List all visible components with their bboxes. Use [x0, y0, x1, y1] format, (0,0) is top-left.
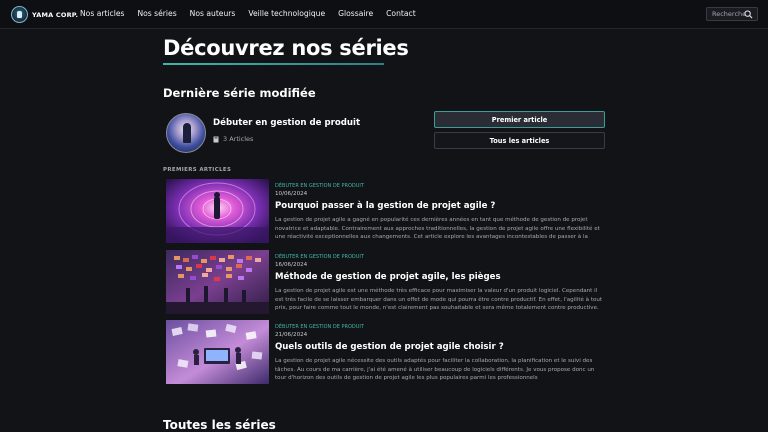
article-series-tag[interactable]: DÉBUTER EN GESTION DE PRODUIT — [275, 254, 364, 260]
nav-link-auteurs[interactable]: Nos auteurs — [190, 9, 236, 18]
all-articles-button[interactable]: Tous les articles — [434, 132, 605, 149]
article-card[interactable]: DÉBUTER EN GESTION DE PRODUIT 21/06/2024… — [166, 320, 606, 384]
nav-link-series[interactable]: Nos séries — [137, 9, 176, 18]
last-series-heading: Dernière série modifiée — [163, 86, 316, 100]
nav-link-glossaire[interactable]: Glossaire — [338, 9, 373, 18]
article-excerpt: La gestion de projet agile est une métho… — [275, 288, 603, 312]
article-thumbnail[interactable] — [166, 179, 269, 243]
series-name[interactable]: Débuter en gestion de produit — [213, 118, 360, 128]
title-underline — [163, 63, 384, 65]
all-series-heading: Toutes les séries — [163, 418, 276, 432]
search-placeholder: Recherche — [712, 10, 747, 18]
series-article-count: 3 Articles — [213, 135, 253, 143]
nav-link-articles[interactable]: Nos articles — [80, 9, 124, 18]
article-card[interactable]: DÉBUTER EN GESTION DE PRODUIT 10/06/2024… — [166, 179, 606, 243]
search-icon — [744, 10, 753, 19]
first-articles-label: PREMIERS ARTICLES — [163, 167, 232, 173]
book-icon — [213, 136, 219, 142]
article-excerpt: La gestion de projet agile a gagné en po… — [275, 217, 600, 241]
nav-link-contact[interactable]: Contact — [386, 9, 416, 18]
article-title[interactable]: Quels outils de gestion de projet agile … — [275, 342, 504, 352]
articles-count-label: 3 Articles — [223, 135, 254, 143]
article-excerpt: La gestion de projet agile nécessite des… — [275, 358, 595, 382]
article-series-tag[interactable]: DÉBUTER EN GESTION DE PRODUIT — [275, 324, 364, 330]
top-navbar: YAMA CORP. Nos articles Nos séries Nos a… — [0, 0, 768, 29]
article-title[interactable]: Pourquoi passer à la gestion de projet a… — [275, 201, 495, 211]
article-date: 16/06/2024 — [275, 262, 308, 268]
article-card[interactable]: DÉBUTER EN GESTION DE PRODUIT 16/06/2024… — [166, 250, 606, 314]
article-series-tag[interactable]: DÉBUTER EN GESTION DE PRODUIT — [275, 183, 364, 189]
nav-link-veille[interactable]: Veille technologique — [248, 9, 325, 18]
article-date: 21/06/2024 — [275, 332, 308, 338]
article-thumbnail[interactable] — [166, 250, 269, 314]
article-thumbnail[interactable] — [166, 320, 269, 384]
first-article-button[interactable]: Premier article — [434, 111, 605, 128]
logo-icon — [11, 6, 28, 23]
article-date: 10/06/2024 — [275, 191, 308, 197]
article-title[interactable]: Méthode de gestion de projet agile, les … — [275, 272, 501, 282]
logo[interactable]: YAMA CORP. — [11, 6, 78, 23]
series-avatar[interactable] — [166, 113, 206, 153]
page-title: Découvrez nos séries — [163, 36, 409, 60]
search-input[interactable]: Recherche — [706, 7, 758, 21]
logo-text: YAMA CORP. — [32, 10, 79, 19]
nav-links: Nos articles Nos séries Nos auteurs Veil… — [80, 9, 429, 18]
